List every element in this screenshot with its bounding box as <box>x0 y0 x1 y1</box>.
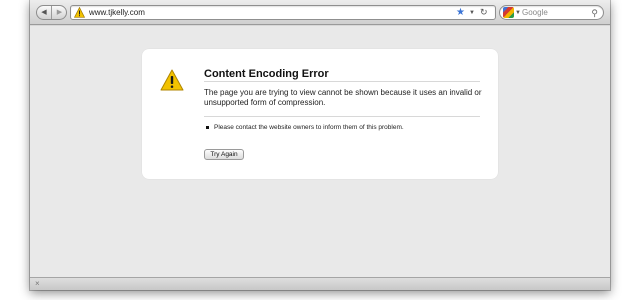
close-icon[interactable]: × <box>35 278 40 290</box>
url-history-dropdown-icon[interactable]: ▼ <box>469 7 475 19</box>
site-warning-icon <box>74 7 85 18</box>
forward-button[interactable]: ▶ <box>52 6 66 19</box>
description-divider <box>204 116 480 117</box>
bullet-icon <box>206 126 209 129</box>
bookmark-star-icon[interactable]: ★ <box>456 6 465 19</box>
search-input[interactable] <box>522 7 582 18</box>
suggestion-text: Please contact the website owners to inf… <box>214 124 404 131</box>
search-icon[interactable]: ⚲ <box>591 7 598 19</box>
reload-icon[interactable]: ↻ <box>480 6 488 19</box>
status-bar: × <box>30 277 610 290</box>
url-bar[interactable]: www.tjkelly.com ★ ▼ ↻ <box>70 5 496 20</box>
warning-icon <box>160 69 184 91</box>
page-content: Content Encoding Error The page you are … <box>30 26 610 277</box>
error-description: The page you are trying to view cannot b… <box>204 88 482 107</box>
back-button[interactable]: ◀ <box>37 6 52 19</box>
url-text: www.tjkelly.com <box>89 8 145 17</box>
navigation-toolbar: ◀ ▶ www.tjkelly.com ★ ▼ ↻ ▼ ⚲ <box>30 0 610 25</box>
history-buttons: ◀ ▶ <box>36 5 67 20</box>
engine-dropdown-icon[interactable]: ▼ <box>515 7 521 19</box>
error-title: Content Encoding Error <box>204 68 329 80</box>
try-again-button[interactable]: Try Again <box>204 149 244 160</box>
back-arrow-icon: ◀ <box>41 9 47 16</box>
error-card: Content Encoding Error The page you are … <box>142 49 498 179</box>
title-divider <box>204 81 480 82</box>
search-bar: ▼ ⚲ <box>499 5 604 20</box>
google-engine-icon[interactable] <box>503 7 514 18</box>
forward-arrow-icon: ▶ <box>56 9 63 16</box>
browser-window: ◀ ▶ www.tjkelly.com ★ ▼ ↻ ▼ ⚲ <box>30 0 610 290</box>
